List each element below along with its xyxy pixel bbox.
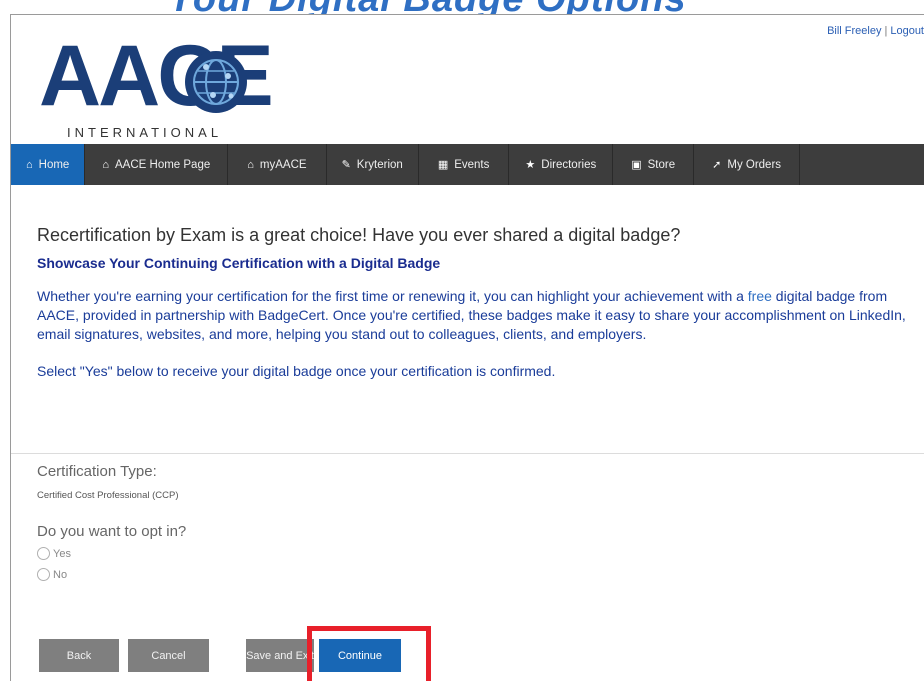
select-instruction: Select "Yes" below to receive your digit… xyxy=(37,363,556,379)
nav-item-label: Events xyxy=(454,158,490,171)
calendar-icon: ▦ xyxy=(437,159,449,171)
nav-item-label: AACE Home Page xyxy=(115,158,211,171)
user-name-link[interactable]: Bill Freeley xyxy=(827,25,881,37)
home-icon: ⌂ xyxy=(102,158,109,171)
nav-item-label: Store xyxy=(647,158,676,171)
radio-option-no[interactable]: No xyxy=(37,568,186,581)
back-button[interactable]: Back xyxy=(39,639,119,672)
section-subtitle: Showcase Your Continuing Certification w… xyxy=(37,255,441,271)
cancel-button[interactable]: Cancel xyxy=(128,639,209,672)
free-link[interactable]: free xyxy=(748,288,772,304)
radio-button-yes[interactable] xyxy=(37,547,50,560)
nav-item-label: Kryterion xyxy=(356,158,403,171)
browser-page: Bill Freeley | Logout AACE INTERNATIONAL ⌂… xyxy=(10,14,924,681)
logout-link[interactable]: Logout xyxy=(890,25,924,37)
home-icon: ⌂ xyxy=(26,158,33,171)
continue-highlight-box xyxy=(307,626,431,681)
globe-icon xyxy=(185,51,247,113)
nav-item-label: Home xyxy=(38,158,70,171)
top-banner: Your Digital Badge Options xyxy=(0,0,924,14)
home-icon: ⌂ xyxy=(247,158,254,171)
radio-button-no[interactable] xyxy=(37,568,50,581)
section-divider xyxy=(11,453,924,454)
nav-item-events[interactable]: ▦ Events xyxy=(419,144,510,185)
star-icon: ★ xyxy=(525,159,536,171)
aace-logo[interactable]: AACE INTERNATIONAL xyxy=(39,33,299,140)
cart-icon: ▣ xyxy=(631,159,642,171)
opt-in-form: Certification Type: Certified Cost Profe… xyxy=(37,463,186,581)
opt-in-question: Do you want to opt in? xyxy=(37,523,187,540)
radio-label-no: No xyxy=(53,568,68,581)
user-links-separator: | xyxy=(884,25,888,37)
form-buttons: Back Cancel Save and Exit Continue xyxy=(11,639,924,673)
badge-description: Whether you're earning your certificatio… xyxy=(37,287,922,344)
nav-item-aace-home-page[interactable]: ⌂ AACE Home Page xyxy=(85,144,229,185)
nav-item-label: My Orders xyxy=(727,158,782,171)
radio-option-yes[interactable]: Yes xyxy=(37,547,186,560)
nav-item-directories[interactable]: ★ Directories xyxy=(509,144,614,185)
save-and-exit-button[interactable]: Save and Exit xyxy=(246,639,314,672)
cert-type-value: Certified Cost Professional (CCP) xyxy=(37,490,179,501)
radio-label-yes: Yes xyxy=(53,547,71,560)
nav-item-myaace[interactable]: ⌂ myAACE xyxy=(228,144,327,185)
logo-subtitle: INTERNATIONAL xyxy=(67,125,223,140)
nav-item-home[interactable]: ⌂ Home xyxy=(11,144,86,185)
nav-item-store[interactable]: ▣ Store xyxy=(613,144,695,185)
main-nav: ⌂ Home ⌂ AACE Home Page ⌂ myAACE ✎ Kryte… xyxy=(11,144,924,185)
cert-type-label: Certification Type: xyxy=(37,463,157,480)
user-links: Bill Freeley | Logout xyxy=(827,25,924,37)
nav-item-my-orders[interactable]: ➚ My Orders xyxy=(694,144,801,185)
pin-icon: ➚ xyxy=(712,159,722,171)
badge-intro: Recertification by Exam is a great choic… xyxy=(37,225,924,379)
banner-text: Your Digital Badge Options xyxy=(168,0,687,14)
nav-item-label: Directories xyxy=(541,158,597,171)
nav-item-kryterion[interactable]: ✎ Kryterion xyxy=(327,144,419,185)
description-text-start: Whether you're earning your certificatio… xyxy=(37,288,748,304)
nav-item-label: myAACE xyxy=(259,158,307,171)
page-title: Recertification by Exam is a great choic… xyxy=(37,225,681,245)
edit-icon: ✎ xyxy=(341,159,351,171)
